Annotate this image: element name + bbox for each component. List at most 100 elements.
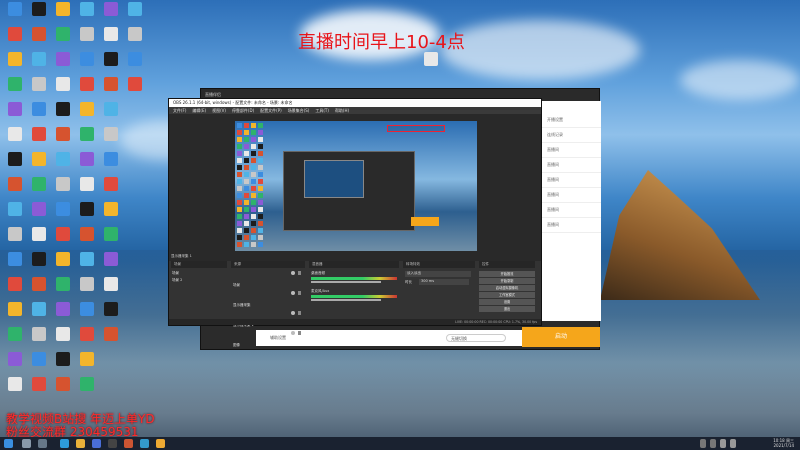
preview-icon [258, 214, 263, 219]
start-icon[interactable] [4, 439, 13, 448]
sources-list: 场景 显示器采集 显示器采集 2 图像 [233, 271, 303, 351]
volume-icon[interactable] [720, 439, 726, 448]
eye-icon[interactable] [291, 311, 295, 315]
app-icon [80, 277, 94, 291]
menu-item[interactable]: 帮助(H) [335, 108, 349, 113]
side-list-item[interactable]: 直播间 [541, 158, 601, 173]
app-icon [32, 52, 46, 66]
app-icon [32, 302, 46, 316]
volume-slider[interactable] [311, 281, 381, 283]
taskview-icon[interactable] [38, 439, 47, 448]
start-recording-button[interactable]: 开始录制 [479, 278, 535, 284]
desktop-icon[interactable] [420, 52, 442, 82]
mixer-header: 混音器 [309, 261, 399, 268]
preview-icon [244, 221, 249, 226]
desktop-icon[interactable] [124, 77, 146, 107]
preview-icon [244, 242, 249, 247]
preview-nested-window [283, 151, 415, 231]
preview-icon [251, 235, 256, 240]
side-list-item[interactable]: 开播设置 [541, 113, 601, 128]
menu-item[interactable]: 场景集合(S) [288, 108, 310, 113]
exit-button[interactable]: 退出 [479, 306, 535, 312]
source-item[interactable]: 图像 [233, 331, 303, 350]
side-list-item[interactable]: 连线记录 [541, 128, 601, 143]
desktop-icon[interactable] [4, 377, 26, 407]
lock-icon[interactable] [298, 291, 301, 295]
desktop-icon[interactable] [100, 327, 122, 357]
source-item[interactable]: 场景 [233, 271, 303, 290]
edge-icon[interactable] [60, 439, 69, 448]
source-label: 显示器采集 [233, 303, 251, 307]
side-list-item[interactable]: 直播间 [541, 173, 601, 188]
settings-button[interactable]: 设置 [479, 299, 535, 305]
preview-icon [237, 130, 242, 135]
explorer-icon[interactable] [76, 439, 85, 448]
preview-icon [244, 123, 249, 128]
app-taskbar-icon[interactable] [140, 439, 149, 448]
side-list-item[interactable]: 直播间 [541, 188, 601, 203]
obs-taskbar-icon[interactable] [108, 439, 117, 448]
studio-mode-button[interactable]: 工作室模式 [479, 292, 535, 298]
menu-item[interactable]: 视图(V) [212, 108, 226, 113]
obs-menubar: 文件(F) 编辑(E) 视图(V) 停靠部件(D) 配置文件(P) 场景集合(S) 工具(T… [169, 107, 541, 114]
scene-item[interactable]: 场景 2 [172, 278, 182, 283]
app-icon [8, 177, 22, 191]
app-icon [104, 177, 118, 191]
app-taskbar-icon[interactable] [156, 439, 165, 448]
app-icon [8, 377, 22, 391]
search-icon[interactable] [22, 439, 31, 448]
taskbar-clock[interactable]: 10:18 周三 2021/7/14 [773, 438, 794, 448]
app-icon [56, 277, 70, 291]
side-list: 开播设置 连线记录 直播间 直播间 直播间 直播间 直播间 直播间 [541, 101, 601, 233]
preview-icon [258, 179, 263, 184]
source-item[interactable]: 显示器采集 [233, 291, 303, 310]
lock-icon[interactable] [298, 331, 301, 335]
side-list-item[interactable]: 直播间 [541, 218, 601, 233]
controls-header: 控件 [479, 261, 535, 268]
virtual-camera-button[interactable]: 启动虚拟摄像机 [479, 285, 535, 291]
desktop-icon[interactable] [52, 377, 74, 407]
obs-window[interactable]: OBS 26.1.1 (64-bit, windows) - 配置文件: 未命名… [168, 98, 542, 347]
start-streaming-button[interactable]: 开始推流 [479, 271, 535, 277]
side-list-item[interactable]: 直播间 [541, 203, 601, 218]
side-list-item[interactable]: 直播间 [541, 143, 601, 158]
app-icon [32, 102, 46, 116]
menu-item[interactable]: 编辑(E) [192, 108, 206, 113]
menu-item[interactable]: 文件(F) [173, 108, 186, 113]
volume-slider[interactable] [311, 299, 381, 301]
tray-icon[interactable] [700, 439, 706, 448]
preview-icon [237, 144, 242, 149]
app-icon [104, 52, 118, 66]
app-icon [104, 327, 118, 341]
mixer-channel: 桌面音频 [311, 271, 397, 283]
scene-item[interactable]: 场景 [172, 271, 182, 276]
network-icon[interactable] [730, 439, 736, 448]
menu-item[interactable]: 配置文件(P) [260, 108, 282, 113]
clock-date: 2021/7/14 [773, 443, 794, 448]
eye-icon[interactable] [291, 331, 295, 335]
menu-item[interactable]: 停靠部件(D) [232, 108, 254, 113]
lock-icon[interactable] [298, 271, 301, 275]
preview-icon [251, 172, 256, 177]
app-taskbar-icon[interactable] [124, 439, 133, 448]
store-icon[interactable] [92, 439, 101, 448]
eye-icon[interactable] [291, 271, 295, 275]
tray-icon[interactable] [710, 439, 716, 448]
start-live-button[interactable]: 启动 [522, 327, 600, 347]
desktop-icon[interactable] [76, 377, 98, 407]
preview-icon [244, 207, 249, 212]
menu-item[interactable]: 工具(T) [315, 108, 329, 113]
transition-type[interactable]: 淡入淡出 [405, 271, 471, 277]
eye-icon[interactable] [291, 291, 295, 295]
desktop-icon[interactable] [28, 377, 50, 407]
preview-icon [251, 165, 256, 170]
app-icon [80, 177, 94, 191]
preview-icon [244, 186, 249, 191]
lock-icon[interactable] [298, 311, 301, 315]
preview-icon [244, 172, 249, 177]
mode-select[interactable]: 无缝切换 [446, 334, 506, 342]
preview-icon [258, 137, 263, 142]
obs-preview[interactable] [235, 121, 477, 251]
app-icon [32, 377, 46, 391]
transition-duration[interactable]: 300 ms [419, 279, 469, 285]
